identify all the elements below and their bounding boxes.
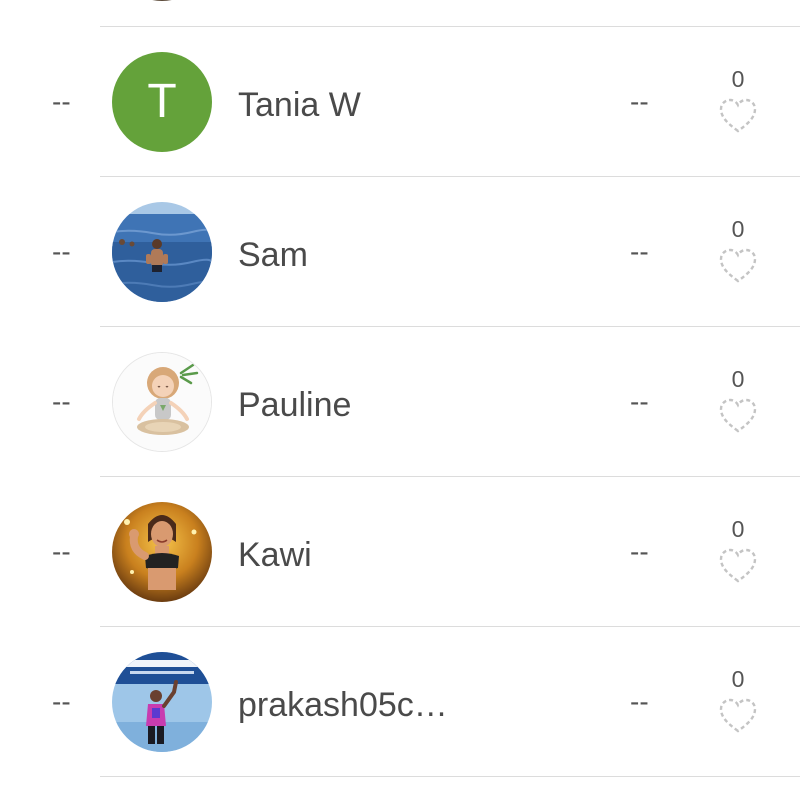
rank-value: --: [52, 536, 71, 567]
stat-value: --: [630, 386, 649, 417]
avatar-initial: T: [147, 75, 177, 128]
list-item[interactable]: -- prakash05c… -- 0: [0, 627, 800, 777]
heart-outline-icon: [719, 548, 757, 583]
list-item[interactable]: -- Sam -- 0: [0, 177, 800, 327]
avatar-illustration-fitness: [112, 502, 212, 602]
kudos-count: 0: [731, 216, 745, 242]
rank-value: --: [52, 86, 71, 117]
athlete-name[interactable]: Pauline: [238, 385, 351, 425]
kudos-button[interactable]: 0: [712, 215, 764, 295]
rank-value: --: [52, 686, 71, 717]
stat-value: --: [630, 86, 649, 117]
kudos-count: 0: [731, 516, 745, 542]
stat-value: --: [630, 236, 649, 267]
avatar[interactable]: [112, 652, 212, 752]
kudos-button[interactable]: 0: [712, 515, 764, 595]
stat-value: --: [630, 686, 649, 717]
avatar[interactable]: [112, 202, 212, 302]
kudos-count: 0: [731, 366, 745, 392]
athlete-name[interactable]: Sam: [238, 235, 308, 275]
athlete-name[interactable]: Kawi: [238, 535, 312, 575]
avatar-partial: [112, 0, 212, 1]
rank-value: --: [52, 236, 71, 267]
avatar[interactable]: T: [112, 52, 212, 152]
kudos-count: 0: [731, 66, 745, 92]
avatar-photo-sea: [112, 202, 212, 302]
kudos-button[interactable]: 0: [712, 665, 764, 745]
kudos-button[interactable]: 0: [712, 65, 764, 145]
athlete-name[interactable]: prakash05c…: [238, 685, 448, 725]
stat-value: --: [630, 536, 649, 567]
list-item[interactable]: -- T Tania W -- 0: [0, 27, 800, 177]
athlete-name[interactable]: Tania W: [238, 85, 361, 125]
row-divider: [100, 776, 800, 777]
heart-outline-icon: [719, 248, 757, 283]
rank-value: --: [52, 386, 71, 417]
heart-outline-icon: [719, 398, 757, 433]
heart-outline-icon: [719, 698, 757, 733]
avatar-photo-finish-line: [112, 652, 212, 752]
avatar[interactable]: [112, 502, 212, 602]
heart-outline-icon: [719, 98, 757, 133]
list-item[interactable]: -- Pauline -- 0: [0, 327, 800, 477]
kudos-count: 0: [731, 666, 745, 692]
kudos-button[interactable]: 0: [712, 365, 764, 445]
list-item[interactable]: -- Kawi -- 0: [0, 477, 800, 627]
avatar[interactable]: [112, 352, 212, 452]
avatar-illustration-yoga: [113, 353, 211, 451]
